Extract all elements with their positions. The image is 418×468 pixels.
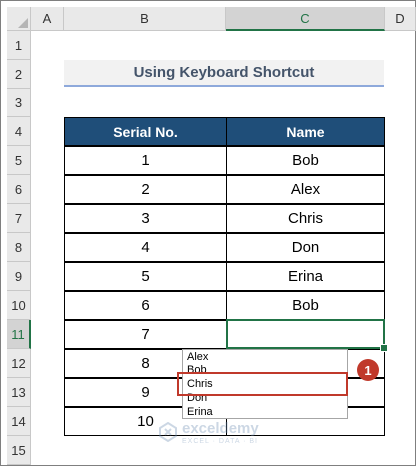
row-header-6[interactable]: 6 [7, 175, 31, 204]
name-cell[interactable]: Bob [226, 291, 385, 320]
name-cell[interactable]: Chris [226, 204, 385, 233]
fill-handle[interactable] [380, 344, 388, 352]
row-header-4[interactable]: 4 [7, 117, 31, 146]
dropdown-item-erina[interactable]: Erina [187, 406, 213, 418]
step-badge: 1 [357, 359, 379, 381]
row-header-9[interactable]: 9 [7, 262, 31, 291]
serial-cell[interactable]: 5 [64, 262, 227, 291]
watermark-name: exceldemy [182, 420, 259, 437]
row-header-7[interactable]: 7 [7, 204, 31, 233]
serial-cell[interactable]: 1 [64, 146, 227, 175]
column-header-d[interactable]: D [385, 7, 416, 31]
dropdown-item-alex[interactable]: Alex [187, 351, 208, 364]
row-header-13[interactable]: 13 [7, 378, 31, 407]
row-header-8[interactable]: 8 [7, 233, 31, 262]
row-header-15[interactable]: 15 [7, 436, 31, 465]
row-header-14[interactable]: 14 [7, 407, 31, 436]
row-header-10[interactable]: 10 [7, 291, 31, 320]
name-cell[interactable]: Erina [226, 262, 385, 291]
sheet-title: Using Keyboard Shortcut [64, 60, 384, 87]
serial-cell[interactable]: 7 [64, 320, 227, 349]
row-header-2[interactable]: 2 [7, 60, 31, 89]
column-header-a[interactable]: A [31, 7, 64, 31]
row-header-5[interactable]: 5 [7, 146, 31, 175]
header-serial-no[interactable]: Serial No. [64, 117, 227, 146]
watermark-tagline: EXCEL · DATA · BI [182, 438, 258, 445]
name-cell[interactable]: Bob [226, 146, 385, 175]
row-header-11[interactable]: 11 [7, 320, 31, 349]
highlight-box [177, 372, 348, 396]
serial-cell[interactable]: 2 [64, 175, 227, 204]
row-header-3[interactable]: 3 [7, 89, 31, 117]
row-header-1[interactable]: 1 [7, 31, 31, 60]
serial-cell[interactable]: 4 [64, 233, 227, 262]
serial-cell[interactable]: 6 [64, 291, 227, 320]
exceldemy-logo-icon [159, 422, 177, 442]
serial-cell[interactable]: 3 [64, 204, 227, 233]
select-all-corner[interactable] [7, 7, 31, 31]
column-header-c[interactable]: C [226, 7, 385, 31]
exceldemy-watermark: exceldemy EXCEL · DATA · BI [158, 420, 298, 450]
header-name[interactable]: Name [226, 117, 385, 146]
name-cell[interactable]: Don [226, 233, 385, 262]
active-cell-outline [226, 319, 385, 349]
row-header-12[interactable]: 12 [7, 349, 31, 378]
name-cell[interactable]: Alex [226, 175, 385, 204]
column-header-b[interactable]: B [64, 7, 226, 31]
